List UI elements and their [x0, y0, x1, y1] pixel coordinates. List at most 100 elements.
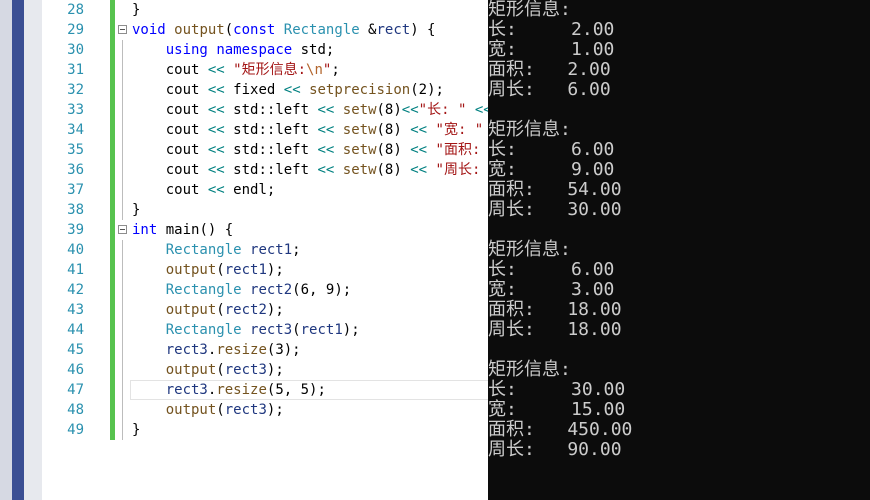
change-bar	[110, 380, 115, 400]
code-line[interactable]: 42 Rectangle rect2(6, 9);	[42, 280, 488, 300]
line-number: 37	[67, 182, 84, 198]
code-line[interactable]: 43 output(rect2);	[42, 300, 488, 320]
change-bar	[110, 400, 115, 420]
change-bar	[110, 80, 115, 100]
code-text: using namespace std;	[165, 42, 335, 58]
code-text: Rectangle rect2(6, 9);	[165, 282, 352, 298]
fold-guide	[122, 240, 123, 260]
fold-guide	[122, 340, 123, 360]
change-bar	[110, 140, 115, 160]
console-line: 矩形信息:	[488, 119, 571, 140]
change-bar	[110, 360, 115, 380]
code-text: void output(const Rectangle &rect) {	[132, 22, 436, 38]
fold-guide	[122, 120, 123, 140]
line-number: 33	[67, 102, 84, 118]
change-bar	[110, 220, 115, 240]
code-line[interactable]: 49 }	[42, 420, 488, 440]
line-number: 29	[67, 22, 84, 38]
change-bar	[110, 40, 115, 60]
console-line: 面积: 54.00	[488, 179, 622, 200]
fold-guide	[122, 40, 123, 60]
change-bar	[110, 340, 115, 360]
code-text: cout << fixed << setprecision(2);	[165, 82, 444, 98]
code-editor[interactable]: 28 } 29 void output(const Rectangle &rec…	[42, 0, 488, 500]
fold-guide	[122, 160, 123, 180]
code-text: Rectangle rect1;	[165, 242, 301, 258]
line-number: 36	[67, 162, 84, 178]
code-line[interactable]: 31 cout << "矩形信息:\n";	[42, 60, 488, 80]
change-bar	[110, 120, 115, 140]
fold-guide	[122, 140, 123, 160]
code-line[interactable]: 29 void output(const Rectangle &rect) {	[42, 20, 488, 40]
fold-guide	[122, 280, 123, 300]
code-line[interactable]: 32 cout << fixed << setprecision(2);	[42, 80, 488, 100]
fold-guide	[122, 260, 123, 280]
line-number: 40	[67, 242, 84, 258]
code-text: cout << std::left << setw(8)<<"长: " <<	[165, 102, 488, 118]
change-bar	[110, 320, 115, 340]
console-line: 周长: 6.00	[488, 79, 611, 100]
code-line[interactable]: 40 Rectangle rect1;	[42, 240, 488, 260]
code-line[interactable]: 38 }	[42, 200, 488, 220]
console-line: 长: 6.00	[488, 139, 615, 160]
code-line[interactable]: 35 cout << std::left << setw(8) << "面积: …	[42, 140, 488, 160]
code-line[interactable]: 30 using namespace std;	[42, 40, 488, 60]
change-bar	[110, 420, 115, 440]
console-line: 矩形信息:	[488, 0, 571, 20]
code-text: cout << std::left << setw(8) << "周长: "	[165, 162, 481, 178]
console-output-window[interactable]: 矩形信息: 长: 2.00 宽: 1.00 面积: 2.00 周长: 6.00 …	[488, 0, 870, 500]
console-line: 宽: 9.00	[488, 159, 615, 180]
console-line: 矩形信息:	[488, 359, 571, 380]
line-number: 28	[67, 2, 84, 18]
code-text: cout << endl;	[165, 182, 276, 198]
fold-guide	[122, 300, 123, 320]
code-text: }	[132, 202, 141, 218]
line-number: 45	[67, 342, 84, 358]
line-number: 34	[67, 122, 84, 138]
line-number: 32	[67, 82, 84, 98]
change-bar	[110, 280, 115, 300]
code-line[interactable]: 41 output(rect1);	[42, 260, 488, 280]
line-number: 49	[67, 422, 84, 438]
code-line[interactable]: 33 cout << std::left << setw(8)<<"长: " <…	[42, 100, 488, 120]
code-line[interactable]: 28 }	[42, 0, 488, 20]
console-line: 面积: 450.00	[488, 419, 633, 440]
code-line[interactable]: 44 Rectangle rect3(rect1);	[42, 320, 488, 340]
code-line[interactable]: 34 cout << std::left << setw(8) << "宽: "…	[42, 120, 488, 140]
fold-guide	[122, 200, 123, 220]
code-line[interactable]: 46 output(rect3);	[42, 360, 488, 380]
code-line[interactable]: 45 rect3.resize(3);	[42, 340, 488, 360]
code-line[interactable]: 36 cout << std::left << setw(8) << "周长: …	[42, 160, 488, 180]
code-text: int main() {	[132, 222, 234, 238]
line-number: 43	[67, 302, 84, 318]
console-line: 面积: 2.00	[488, 59, 611, 80]
console-line: 周长: 30.00	[488, 199, 622, 220]
change-bar	[110, 240, 115, 260]
console-line: 周长: 90.00	[488, 439, 622, 460]
console-line: 长: 30.00	[488, 379, 626, 400]
console-line: 长: 6.00	[488, 259, 615, 280]
fold-guide	[122, 180, 123, 200]
line-number: 31	[67, 62, 84, 78]
fold-guide	[122, 400, 123, 420]
collapse-minus-icon[interactable]	[118, 225, 127, 234]
collapse-minus-icon[interactable]	[118, 25, 127, 34]
console-line: 周长: 18.00	[488, 319, 622, 340]
code-line[interactable]: 37 cout << endl;	[42, 180, 488, 200]
change-bar	[110, 100, 115, 120]
code-line-current[interactable]: 47 rect3.resize(5, 5);	[42, 380, 488, 400]
fold-guide	[122, 380, 123, 400]
console-line: 宽: 15.00	[488, 399, 626, 420]
line-number: 42	[67, 282, 84, 298]
line-number: 47	[67, 382, 84, 398]
code-line[interactable]: 39 int main() {	[42, 220, 488, 240]
code-text: }	[132, 422, 141, 438]
line-number: 38	[67, 202, 84, 218]
line-number: 41	[67, 262, 84, 278]
code-text: cout << "矩形信息:\n";	[165, 62, 340, 78]
console-line: 长: 2.00	[488, 19, 615, 40]
code-text: rect3.resize(5, 5);	[165, 382, 326, 398]
code-line[interactable]: 48 output(rect3);	[42, 400, 488, 420]
line-number: 35	[67, 142, 84, 158]
code-text: output(rect1);	[165, 262, 284, 278]
